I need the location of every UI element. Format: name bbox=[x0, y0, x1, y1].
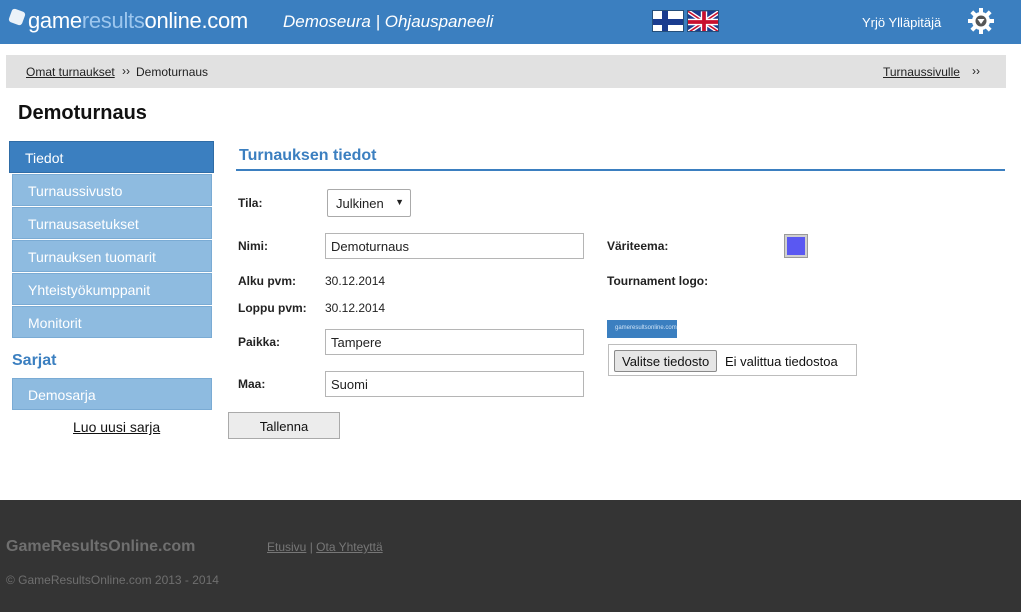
color-theme-label: Väriteema: bbox=[607, 239, 669, 253]
country-label: Maa: bbox=[238, 377, 266, 391]
file-status-text: Ei valittua tiedostoa bbox=[725, 354, 838, 369]
status-select-value: Julkinen bbox=[336, 196, 384, 211]
footer-copyright: © GameResultsOnline.com 2013 - 2014 bbox=[6, 573, 219, 587]
user-name[interactable]: Yrjö Ylläpitäjä bbox=[862, 15, 941, 30]
footer-brand: GameResultsOnline.com bbox=[6, 538, 196, 555]
create-series-link[interactable]: Luo uusi sarja bbox=[73, 419, 160, 435]
status-select[interactable]: Julkinen ▼ bbox=[327, 189, 411, 217]
sidebar-item-demosarja[interactable]: Demosarja bbox=[12, 378, 212, 410]
logo-mark-icon bbox=[8, 8, 26, 26]
panel-title: Demoseura | Ohjauspaneeli bbox=[283, 12, 494, 31]
footer: GameResultsOnline.com Etusivu | Ota Yhte… bbox=[0, 500, 1021, 612]
logo-text-part1: game bbox=[28, 8, 82, 33]
country-input[interactable]: Suomi bbox=[325, 371, 584, 397]
choose-file-button[interactable]: Valitse tiedosto bbox=[614, 350, 718, 372]
sidebar-item-yhteistyokumppanit[interactable]: Yhteistyökumppanit bbox=[12, 273, 212, 305]
footer-links: Etusivu | Ota Yhteyttä bbox=[267, 540, 383, 554]
finnish-flag-icon[interactable] bbox=[652, 10, 684, 32]
sidebar-item-turnauksen-tuomarit[interactable]: Turnauksen tuomarit bbox=[12, 240, 212, 272]
logo-text-part2: results bbox=[81, 8, 145, 33]
name-input[interactable]: Demoturnaus bbox=[325, 233, 584, 259]
name-label: Nimi: bbox=[238, 239, 268, 253]
color-theme-picker[interactable] bbox=[784, 234, 808, 258]
sidebar-section-series: Sarjat bbox=[12, 352, 57, 369]
logo-file-input: Valitse tiedosto Ei valittua tiedostoa bbox=[608, 344, 857, 376]
sidebar-item-tiedot[interactable]: Tiedot bbox=[9, 141, 214, 173]
footer-link-contact[interactable]: Ota Yhteyttä bbox=[316, 540, 383, 554]
footer-link-home[interactable]: Etusivu bbox=[267, 540, 306, 554]
gear-icon[interactable] bbox=[967, 7, 995, 35]
tournament-page-link-arrow: ›› bbox=[972, 64, 980, 78]
breadcrumb-separator: ›› bbox=[122, 64, 130, 78]
footer-link-separator: | bbox=[306, 540, 317, 554]
site-logo[interactable]: gameresultsonline.com bbox=[8, 6, 249, 36]
tournament-logo-image: gameresultsonline.com bbox=[607, 320, 677, 338]
logo-text-part3: online.com bbox=[144, 8, 249, 33]
sidebar-item-turnaussivusto[interactable]: Turnaussivusto bbox=[12, 174, 212, 206]
top-header: gameresultsonline.com Demoseura | Ohjaus… bbox=[0, 0, 1021, 44]
place-input[interactable]: Tampere bbox=[325, 329, 584, 355]
end-date-label: Loppu pvm: bbox=[238, 301, 307, 315]
breadcrumb-link-my-tournaments[interactable]: Omat turnaukset bbox=[26, 65, 115, 79]
breadcrumb-current: Demoturnaus bbox=[136, 65, 209, 79]
start-date-label: Alku pvm: bbox=[238, 274, 297, 288]
uk-flag-icon[interactable] bbox=[687, 10, 719, 32]
sidebar: Tiedot Turnaussivusto Turnausasetukset T… bbox=[9, 141, 214, 338]
tournament-page-link[interactable]: Turnaussivulle bbox=[883, 65, 960, 79]
place-label: Paikka: bbox=[238, 335, 281, 349]
section-divider bbox=[236, 169, 1005, 171]
dropdown-arrow-icon: ▼ bbox=[395, 197, 404, 207]
tournament-logo-label: Tournament logo: bbox=[607, 274, 709, 288]
language-selector bbox=[652, 10, 719, 32]
status-label: Tila: bbox=[238, 196, 263, 210]
sidebar-item-turnausasetukset[interactable]: Turnausasetukset bbox=[12, 207, 212, 239]
end-date-value: 30.12.2014 bbox=[325, 301, 386, 315]
page-title: Demoturnaus bbox=[18, 102, 147, 124]
breadcrumb: Omat turnaukset ›› Demoturnaus Turnaussi… bbox=[6, 55, 1006, 88]
sidebar-item-monitorit[interactable]: Monitorit bbox=[12, 306, 212, 338]
start-date-value: 30.12.2014 bbox=[325, 274, 386, 288]
save-button[interactable]: Tallenna bbox=[228, 412, 340, 439]
section-title: Turnauksen tiedot bbox=[239, 147, 377, 164]
